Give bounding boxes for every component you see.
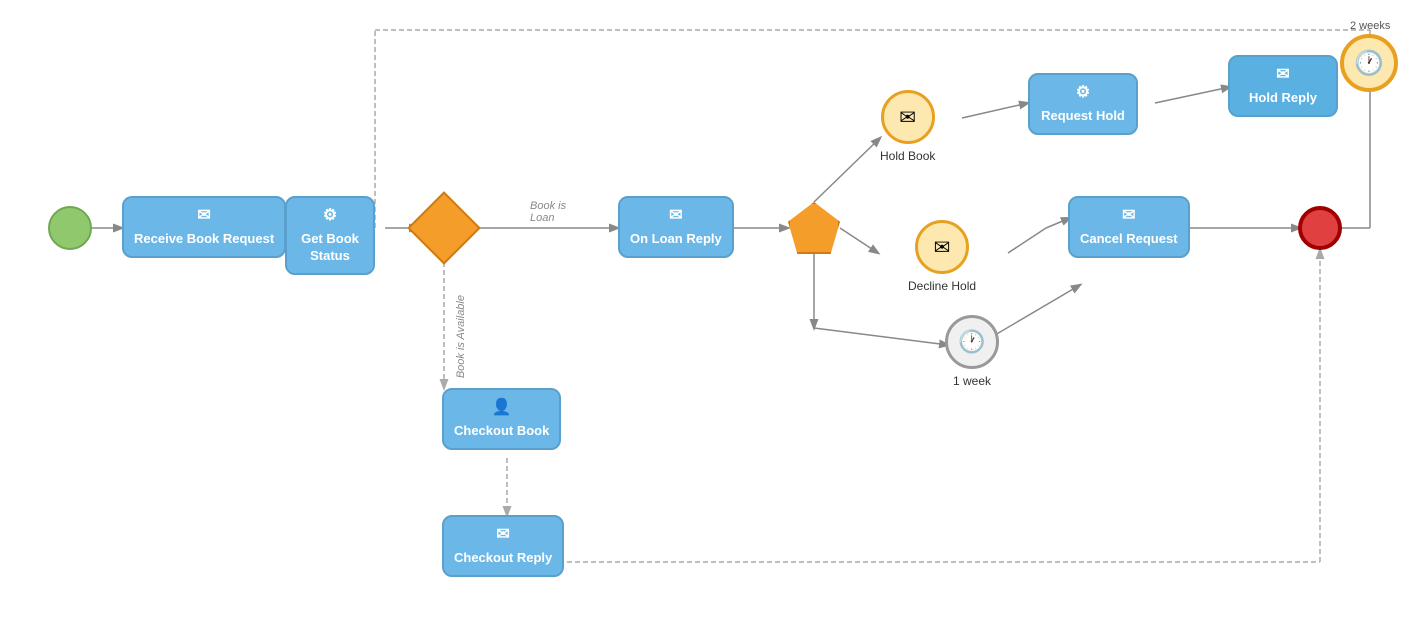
gateway1-node bbox=[418, 202, 470, 254]
envelope-icon7: ✉ bbox=[496, 525, 509, 546]
checkout-reply-node[interactable]: ✉ Checkout Reply bbox=[442, 515, 564, 577]
gateway2-pentagon bbox=[788, 202, 840, 254]
receive-book-request-box[interactable]: ✉ Receive Book Request bbox=[122, 196, 286, 258]
envelope-icon5: ✉ bbox=[934, 235, 951, 260]
timer-2weeks-node: 2 weeks 🕐 bbox=[1340, 20, 1398, 92]
timer-1week-circle: 🕐 bbox=[945, 315, 999, 369]
timer-1week-node: 🕐 1 week bbox=[945, 315, 999, 388]
request-hold-node[interactable]: ⚙ Request Hold bbox=[1028, 73, 1138, 135]
start-circle bbox=[48, 206, 92, 250]
checkout-book-box[interactable]: 👤 Checkout Book bbox=[442, 388, 561, 450]
timer-2weeks-circle: 🕐 bbox=[1340, 34, 1398, 92]
checkout-reply-box[interactable]: ✉ Checkout Reply bbox=[442, 515, 564, 577]
decline-hold-circle[interactable]: ✉ bbox=[915, 220, 969, 274]
receive-book-request-node[interactable]: ✉ Receive Book Request bbox=[122, 196, 286, 258]
user-icon: 👤 bbox=[492, 398, 512, 419]
gateway1-diamond bbox=[407, 191, 481, 265]
get-book-status-box[interactable]: ⚙ Get BookStatus bbox=[285, 196, 375, 275]
request-hold-box[interactable]: ⚙ Request Hold bbox=[1028, 73, 1138, 135]
gear-icon2: ⚙ bbox=[1076, 83, 1090, 104]
hold-reply-node[interactable]: ✉ Hold Reply bbox=[1228, 55, 1338, 117]
end-event bbox=[1298, 206, 1342, 250]
gear-icon: ⚙ bbox=[323, 206, 337, 227]
get-book-status-node[interactable]: ⚙ Get BookStatus bbox=[285, 196, 375, 275]
decline-hold-node[interactable]: ✉ Decline Hold bbox=[908, 220, 976, 293]
on-loan-reply-box[interactable]: ✉ On Loan Reply bbox=[618, 196, 734, 258]
gateway2-container bbox=[788, 202, 840, 254]
end-circle bbox=[1298, 206, 1342, 250]
envelope-icon4: ✉ bbox=[1276, 65, 1289, 86]
envelope-icon2: ✉ bbox=[669, 206, 682, 227]
checkout-book-node[interactable]: 👤 Checkout Book bbox=[442, 388, 561, 450]
timer-1week-label: 1 week bbox=[953, 374, 991, 388]
clock-icon2: 🕐 bbox=[958, 329, 985, 355]
gateway2-node bbox=[788, 202, 840, 254]
envelope-icon3: ✉ bbox=[899, 105, 916, 130]
cancel-request-node[interactable]: ✉ Cancel Request bbox=[1068, 196, 1190, 258]
hold-book-label: Hold Book bbox=[880, 149, 935, 163]
hold-reply-box[interactable]: ✉ Hold Reply bbox=[1228, 55, 1338, 117]
decline-hold-label: Decline Hold bbox=[908, 279, 976, 293]
book-is-available-label: Book is Available bbox=[455, 295, 467, 378]
book-is-loan-label: Book isLoan bbox=[530, 200, 566, 224]
hold-book-node[interactable]: ✉ Hold Book bbox=[880, 90, 935, 163]
envelope-icon6: ✉ bbox=[1122, 206, 1135, 227]
clock-icon: 🕐 bbox=[1354, 49, 1384, 78]
cancel-request-box[interactable]: ✉ Cancel Request bbox=[1068, 196, 1190, 258]
timer-2weeks-label: 2 weeks bbox=[1350, 20, 1390, 32]
hold-book-circle[interactable]: ✉ bbox=[881, 90, 935, 144]
envelope-icon: ✉ bbox=[197, 206, 210, 227]
gateway1-container bbox=[418, 202, 470, 254]
start-event bbox=[48, 206, 92, 250]
on-loan-reply-node[interactable]: ✉ On Loan Reply bbox=[618, 196, 734, 258]
